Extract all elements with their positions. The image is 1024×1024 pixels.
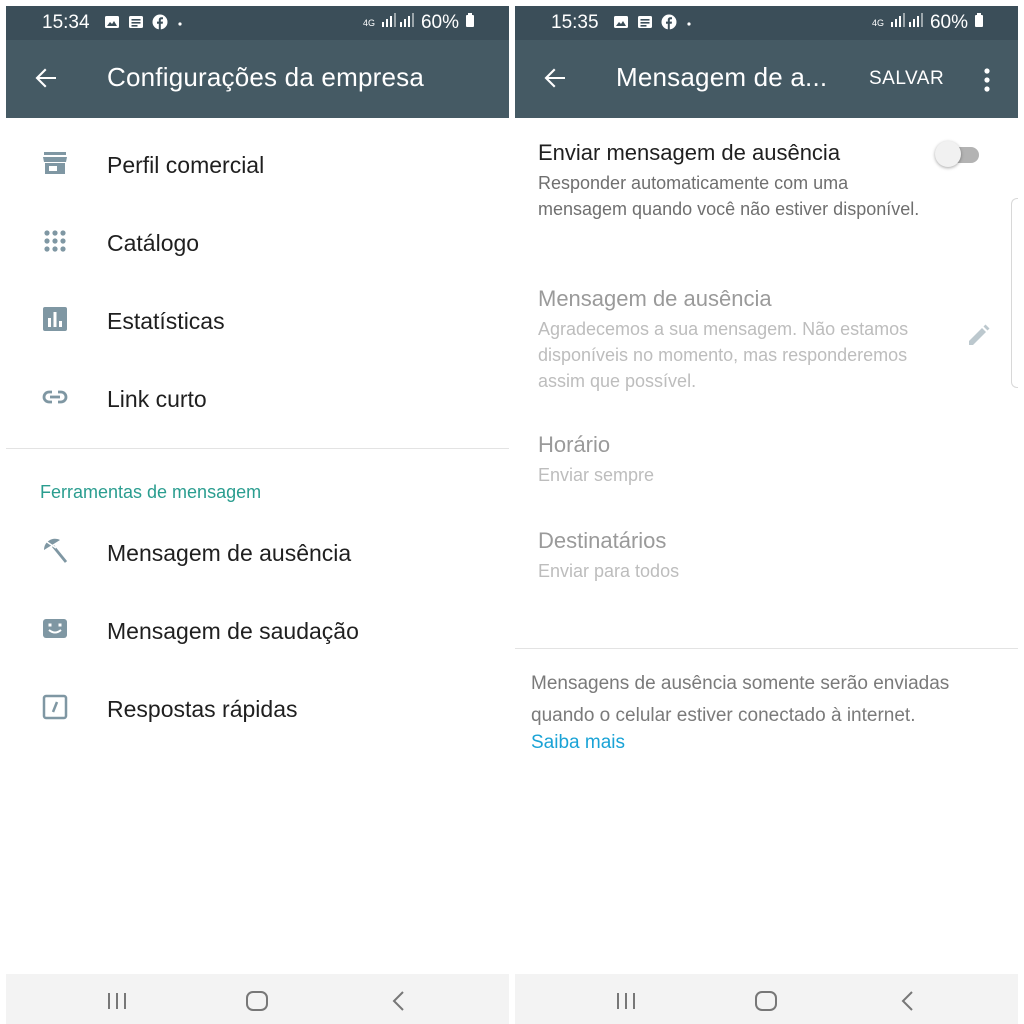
app-bar: Mensagem de a... SALVAR xyxy=(515,40,1018,118)
news-notification-icon xyxy=(637,14,653,36)
menu-item-label: Respostas rápidas xyxy=(107,696,298,722)
menu-item-greeting-message[interactable]: Mensagem de saudação xyxy=(6,590,509,668)
toggle-knob xyxy=(935,141,961,167)
status-time: 15:34 xyxy=(42,12,90,33)
facebook-notification-icon xyxy=(661,14,677,36)
home-icon[interactable] xyxy=(244,988,270,1014)
app-bar: Configurações da empresa xyxy=(6,40,509,118)
toggle-title: Enviar mensagem de ausência xyxy=(538,140,841,165)
battery-percent: 60% xyxy=(420,12,459,33)
facebook-notification-icon xyxy=(152,14,168,36)
bar-chart-icon xyxy=(40,304,70,334)
system-status: 4G 60% xyxy=(872,12,984,34)
scroll-edge-right xyxy=(1011,198,1018,388)
dot-notification-icon xyxy=(176,14,184,36)
menu-item-statistics[interactable]: Estatísticas xyxy=(6,280,509,358)
system-status: 4G 60% xyxy=(363,12,475,34)
more-options-icon[interactable] xyxy=(982,66,992,94)
news-notification-icon xyxy=(128,14,144,36)
status-time: 15:35 xyxy=(551,12,599,33)
schedule-value: Enviar sempre xyxy=(538,465,655,485)
away-toggle-switch[interactable] xyxy=(935,141,981,167)
schedule-title: Horário xyxy=(538,432,611,457)
image-notification-icon xyxy=(104,14,120,36)
store-icon xyxy=(40,148,70,178)
back-nav-icon[interactable] xyxy=(895,988,921,1014)
page-title: Configurações da empresa xyxy=(107,62,424,92)
link-icon xyxy=(40,382,70,412)
quick-reply-icon xyxy=(40,692,70,722)
menu-item-label: Link curto xyxy=(107,386,207,412)
recipients-value: Enviar para todos xyxy=(538,561,680,581)
learn-more-link[interactable]: Saiba mais xyxy=(531,732,625,754)
menu-item-away-message[interactable]: Mensagem de ausência xyxy=(6,512,509,590)
footnote-text: Mensagens de ausência somente serão envi… xyxy=(531,673,950,726)
away-message-title: Mensagem de ausência xyxy=(538,286,772,311)
menu-item-label: Mensagem de ausência xyxy=(107,540,352,566)
toggle-description: Responder automaticamente com uma mensag… xyxy=(538,173,920,219)
notification-icons xyxy=(613,14,693,36)
beach-umbrella-icon xyxy=(40,536,70,566)
away-message-screen: 15:35 4G 60% Mensagem de a... SALVAR Env… xyxy=(515,0,1018,1024)
image-notification-icon xyxy=(613,14,629,36)
system-nav-bar xyxy=(515,974,1018,1024)
menu-item-label: Catálogo xyxy=(107,230,200,256)
section-divider xyxy=(6,448,509,449)
menu-item-label: Perfil comercial xyxy=(107,152,265,178)
section-header: Ferramentas de mensagem xyxy=(40,482,262,502)
save-button[interactable]: SALVAR xyxy=(869,68,944,90)
network-type: 4G xyxy=(362,17,375,28)
battery-icon xyxy=(974,12,984,34)
menu-item-quick-replies[interactable]: Respostas rápidas xyxy=(6,668,509,746)
edit-pencil-icon[interactable] xyxy=(965,323,991,349)
menu-item-short-link[interactable]: Link curto xyxy=(6,358,509,436)
menu-item-catalog[interactable]: Catálogo xyxy=(6,202,509,280)
recent-apps-icon[interactable] xyxy=(613,988,639,1014)
notification-icons xyxy=(104,14,184,36)
back-nav-icon[interactable] xyxy=(386,988,412,1014)
battery-icon xyxy=(465,12,475,34)
page-title: Mensagem de a... xyxy=(616,62,828,92)
menu-item-label: Mensagem de saudação xyxy=(107,618,359,644)
footer-divider xyxy=(515,648,1018,649)
recipients-title: Destinatários xyxy=(538,528,667,553)
status-bar: 15:34 4G 60% xyxy=(6,6,509,40)
dot-notification-icon xyxy=(685,14,693,36)
home-icon[interactable] xyxy=(753,988,779,1014)
menu-item-label: Estatísticas xyxy=(107,308,225,334)
back-arrow-icon[interactable] xyxy=(30,62,62,94)
grid-icon xyxy=(40,226,70,256)
away-message-text: Agradecemos a sua mensagem. Não estamos … xyxy=(538,319,909,391)
signal-icon xyxy=(890,12,924,34)
menu-item-business-profile[interactable]: Perfil comercial xyxy=(6,124,509,202)
status-bar: 15:35 4G 60% xyxy=(515,6,1018,40)
battery-percent: 60% xyxy=(929,12,968,33)
business-settings-screen: 15:34 4G 60% Configurações da empresa Pe… xyxy=(6,0,509,1024)
back-arrow-icon[interactable] xyxy=(539,62,571,94)
system-nav-bar xyxy=(6,974,509,1024)
signal-icon xyxy=(381,12,415,34)
greeting-icon xyxy=(40,614,70,644)
recent-apps-icon[interactable] xyxy=(104,988,130,1014)
network-type: 4G xyxy=(871,17,884,28)
